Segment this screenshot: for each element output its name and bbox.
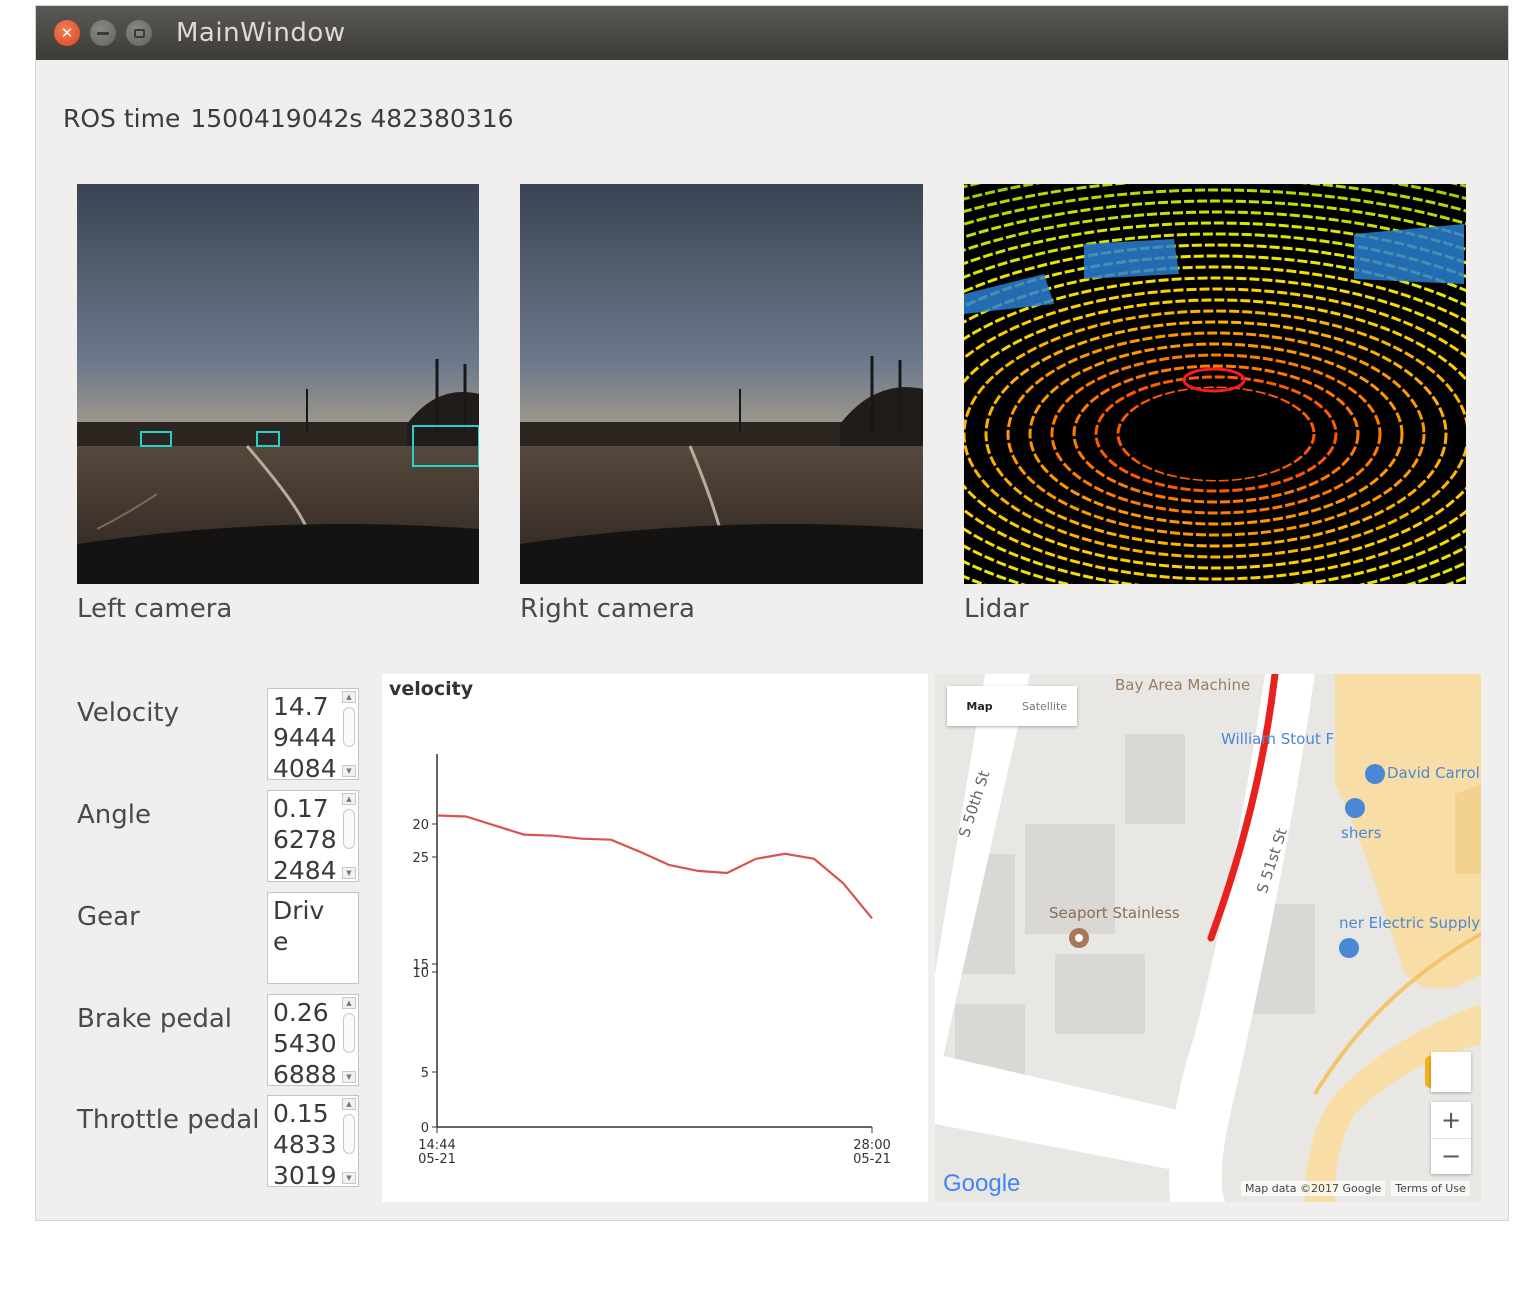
scroll-down-icon[interactable]: ▼ (342, 765, 356, 777)
left-camera-caption: Left camera (77, 594, 233, 624)
brake-pedal-value: 0.2654306888 (273, 998, 337, 1086)
scroll-thumb[interactable] (343, 1114, 355, 1154)
velocity-field[interactable]: 14.794444084 ▲ ▼ (267, 688, 359, 780)
zoom-control: + − (1431, 1102, 1471, 1174)
map-label-david: David Carrol (1387, 764, 1480, 782)
brake-pedal-field[interactable]: 0.2654306888 ▲ ▼ (267, 994, 359, 1086)
maximize-window-button[interactable] (126, 20, 152, 46)
scroll-up-icon[interactable]: ▲ (342, 793, 356, 805)
velocity-series-line (436, 814, 873, 919)
map-type-toggle[interactable]: Map Satellite (947, 686, 1077, 726)
ros-time-display: ROS time 1500419042s 482380316 (63, 104, 524, 133)
scroll-up-icon[interactable]: ▲ (342, 997, 356, 1009)
angle-scrollbar[interactable]: ▲ ▼ (342, 793, 356, 879)
left-camera-image (77, 184, 479, 584)
title-bar: ✕ MainWindow (36, 6, 1508, 60)
lidar-caption: Lidar (964, 594, 1029, 624)
y-tick-label: 5 (421, 1066, 429, 1081)
zoom-out-button[interactable]: − (1431, 1138, 1471, 1174)
lidar-image (964, 184, 1466, 584)
throttle-pedal-value: 0.1548333019 (273, 1099, 337, 1187)
x-tick-label: 14:44 (418, 1138, 455, 1153)
velocity-chart: velocity 20 25 15 10 5 0 14:44 05-21 28:00 05-21 (382, 674, 928, 1202)
right-camera-caption: Right camera (520, 594, 695, 624)
map-attribution: Map data ©2017 Google Terms of Use (1235, 1181, 1470, 1196)
throttle-scrollbar[interactable]: ▲ ▼ (342, 1098, 356, 1184)
scroll-thumb[interactable] (343, 707, 355, 747)
terms-of-use-link[interactable]: Terms of Use (1391, 1181, 1470, 1196)
y-tick-label: 10 (412, 966, 429, 981)
lidar-far-points (964, 224, 1464, 314)
angle-label: Angle (77, 800, 151, 830)
maximize-icon (133, 28, 145, 38)
map-view[interactable]: Map Satellite Bay Area Machine William S… (935, 674, 1481, 1202)
x-tick-label: 05-21 (853, 1152, 891, 1167)
minimize-icon (97, 31, 109, 35)
gear-label: Gear (77, 902, 140, 932)
map-canvas (935, 674, 1481, 1202)
brake-scrollbar[interactable]: ▲ ▼ (342, 997, 356, 1083)
angle-value: 0.1762782484 (273, 794, 337, 882)
right-camera-image (520, 184, 923, 584)
minimize-window-button[interactable] (90, 20, 116, 46)
x-tick-label: 28:00 (853, 1138, 890, 1153)
map-label-seaport: Seaport Stainless (1049, 904, 1180, 922)
velocity-value: 14.794444084 (273, 692, 337, 780)
close-icon: ✕ (60, 24, 74, 42)
satellite-tab[interactable]: Satellite (1012, 686, 1077, 726)
velocity-scrollbar[interactable]: ▲ ▼ (342, 691, 356, 777)
chart-canvas: 202515105014:4405-2128:0005-21 (412, 754, 891, 1167)
map-data-text: Map data ©2017 Google (1241, 1181, 1386, 1196)
angle-field[interactable]: 0.1762782484 ▲ ▼ (267, 790, 359, 882)
throttle-pedal-label: Throttle pedal (77, 1105, 260, 1135)
close-window-button[interactable]: ✕ (54, 20, 80, 46)
scroll-down-icon[interactable]: ▼ (342, 1172, 356, 1184)
y-tick-label: 20 (412, 818, 429, 833)
velocity-label: Velocity (77, 698, 179, 728)
brake-pedal-label: Brake pedal (77, 1004, 233, 1034)
scroll-thumb[interactable] (343, 809, 355, 849)
y-tick-label: 25 (412, 851, 429, 866)
scroll-down-icon[interactable]: ▼ (342, 1071, 356, 1083)
map-label-shers: shers (1341, 824, 1382, 842)
map-label-stout: William Stout F (1221, 730, 1335, 748)
y-tick-label: 0 (421, 1121, 429, 1136)
gear-value: Drive (273, 896, 325, 956)
ros-time-label: ROS time (63, 104, 181, 133)
map-tab[interactable]: Map (947, 686, 1012, 726)
lidar-blind-zone (1120, 388, 1312, 480)
window-title: MainWindow (176, 18, 346, 48)
google-logo-text: Google (943, 1170, 1021, 1197)
throttle-pedal-field[interactable]: 0.1548333019 ▲ ▼ (267, 1095, 359, 1187)
map-label-electric: ner Electric Supply (1339, 914, 1481, 932)
map-label-bay-area: Bay Area Machine (1115, 676, 1251, 694)
scroll-thumb[interactable] (343, 1013, 355, 1053)
google-logo: Google (943, 1170, 1020, 1198)
scroll-up-icon[interactable]: ▲ (342, 691, 356, 703)
scroll-up-icon[interactable]: ▲ (342, 1098, 356, 1110)
street-view-pegman-icon[interactable] (1431, 1052, 1471, 1092)
gear-field[interactable]: Drive (267, 892, 359, 984)
main-window: ✕ MainWindow ROS time 1500419042s 4823803… (36, 6, 1508, 1220)
x-tick-label: 05-21 (418, 1152, 456, 1167)
zoom-in-button[interactable]: + (1431, 1102, 1471, 1139)
ros-time-value: 1500419042s 482380316 (190, 104, 514, 133)
scroll-down-icon[interactable]: ▼ (342, 867, 356, 879)
